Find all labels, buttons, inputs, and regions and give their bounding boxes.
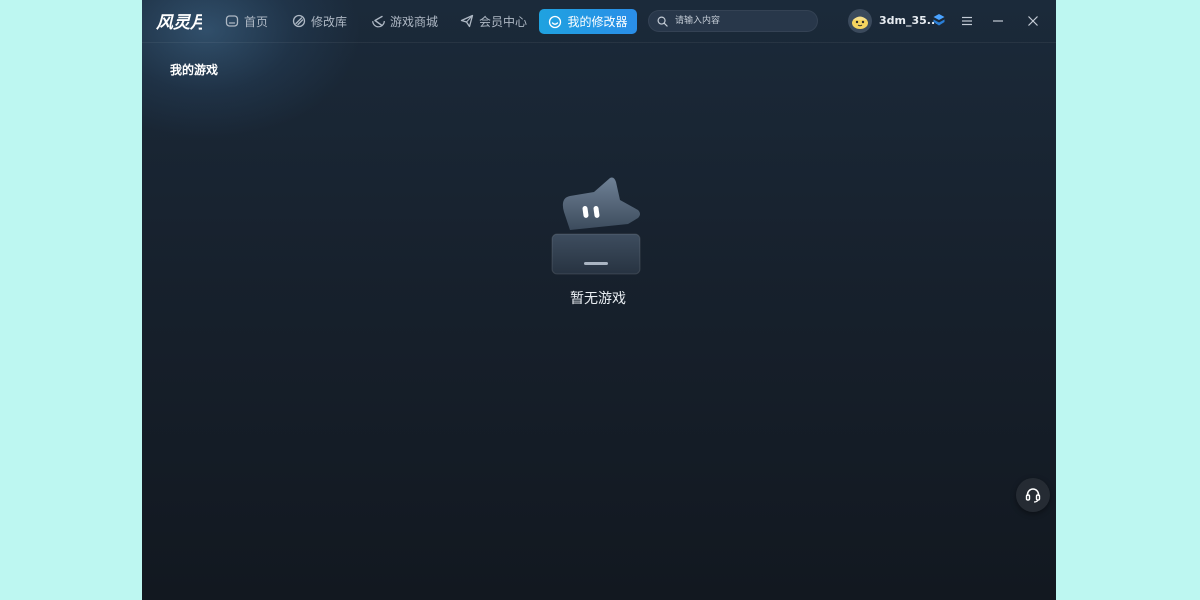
smile-icon [549, 15, 562, 28]
customer-support-button[interactable] [1016, 478, 1050, 512]
store-icon [372, 14, 385, 28]
headset-icon [1025, 488, 1041, 503]
nav-item-library[interactable]: 修改库 [292, 9, 347, 33]
close-icon [1028, 16, 1038, 26]
title-bar: 风灵月影 首页 修改库 游戏商城 [142, 0, 1056, 43]
minimize-button[interactable] [989, 12, 1007, 30]
app-logo[interactable]: 风灵月影 [154, 8, 202, 34]
search-input[interactable] [673, 15, 817, 27]
nav-item-library-label: 修改库 [311, 14, 348, 29]
search-icon [657, 16, 668, 27]
empty-state-illustration [551, 177, 641, 275]
logo-text: 风灵月影 [156, 13, 202, 33]
nav-item-home-label: 首页 [244, 14, 269, 29]
nav-item-my-trainers[interactable]: 我的修改器 [539, 9, 637, 34]
avatar-image [848, 9, 872, 33]
username[interactable]: 3dm_35... [879, 14, 939, 27]
nav-item-store[interactable]: 游戏商城 [371, 9, 438, 33]
menu-button[interactable] [958, 12, 976, 30]
empty-state-text: 暂无游戏 [570, 291, 626, 307]
library-icon [292, 14, 306, 28]
vip-plane-icon [460, 14, 474, 28]
minimize-icon [993, 20, 1003, 22]
nav-item-vip[interactable]: 会员中心 [460, 9, 527, 33]
nav-item-my-trainers-label: 我的修改器 [567, 15, 628, 29]
home-icon [225, 15, 239, 27]
app-window: 风灵月影 首页 修改库 游戏商城 [142, 0, 1056, 600]
avatar[interactable] [848, 9, 872, 33]
nav-item-vip-label: 会员中心 [479, 14, 528, 29]
vip-badge-icon[interactable] [932, 13, 946, 27]
nav-item-store-label: 游戏商城 [390, 14, 439, 29]
search-box[interactable] [648, 10, 818, 32]
nav-item-home[interactable]: 首页 [225, 9, 268, 33]
menu-icon [962, 16, 972, 26]
section-title: 我的游戏 [170, 63, 219, 77]
close-button[interactable] [1024, 12, 1042, 30]
